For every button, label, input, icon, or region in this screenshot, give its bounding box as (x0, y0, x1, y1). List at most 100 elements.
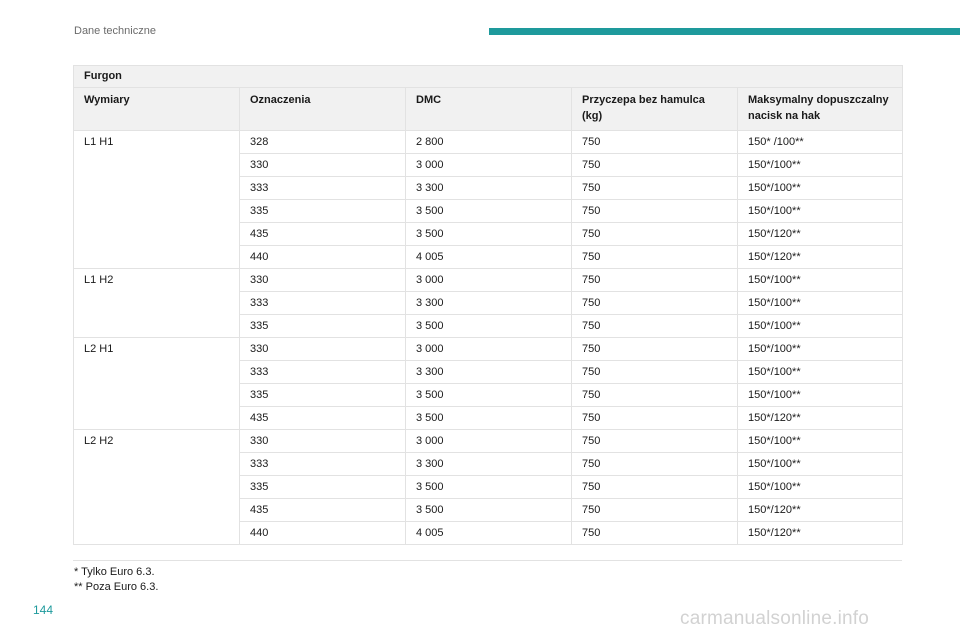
table-cell: 3 300 (405, 291, 572, 315)
dimension-cell (73, 314, 240, 338)
dimension-cell (73, 406, 240, 430)
table-cell: 3 000 (405, 153, 572, 177)
table-cell: 3 000 (405, 268, 572, 292)
table-cell: 435 (239, 406, 406, 430)
table-cell: 150*/120** (736, 406, 904, 430)
table-cell: 750 (571, 429, 738, 453)
table-row: 435 3 500 750 150*/120** (73, 406, 904, 430)
footnote-divider (73, 560, 902, 561)
table-cell: 333 (239, 291, 406, 315)
table-cell: 750 (571, 498, 738, 522)
dimension-cell (73, 383, 240, 407)
table-cell: 750 (571, 521, 738, 545)
dimension-cell: L1 H2 (73, 268, 240, 292)
table-cell: 440 (239, 521, 406, 545)
table-cell: 150*/100** (736, 337, 904, 361)
column-header: Maksymalny dopuszczalny nacisk na hak (736, 87, 904, 131)
table-cell: 150*/100** (736, 176, 904, 200)
table-row: L1 H1 328 2 800 750 150* /100** (73, 130, 904, 154)
table-cell: 150*/120** (736, 521, 904, 545)
table-cell: 3 500 (405, 498, 572, 522)
table-cell: 150*/100** (736, 475, 904, 499)
table-cell: 750 (571, 360, 738, 384)
table-row: 435 3 500 750 150*/120** (73, 222, 904, 246)
table-cell: 330 (239, 268, 406, 292)
table-cell: 2 800 (405, 130, 572, 154)
table-cell: 330 (239, 337, 406, 361)
table-cell: 750 (571, 130, 738, 154)
table-cell: 750 (571, 199, 738, 223)
table-cell: 150*/100** (736, 314, 904, 338)
table-cell: 333 (239, 176, 406, 200)
table-cell: 3 300 (405, 176, 572, 200)
table-row: 333 3 300 750 150*/100** (73, 291, 904, 315)
table-cell: 435 (239, 222, 406, 246)
table-cell: 335 (239, 383, 406, 407)
table-row: 335 3 500 750 150*/100** (73, 314, 904, 338)
table-cell: 150* /100** (736, 130, 904, 154)
dimension-cell (73, 452, 240, 476)
table-cell: 330 (239, 429, 406, 453)
table-cell: 3 500 (405, 222, 572, 246)
dimension-cell (73, 153, 240, 177)
table-cell: 150*/120** (736, 222, 904, 246)
table-cell: 750 (571, 314, 738, 338)
table-cell: 150*/120** (736, 245, 904, 269)
table-title: Furgon (72, 65, 904, 88)
table-cell: 750 (571, 406, 738, 430)
footnote: ** Poza Euro 6.3. (74, 581, 159, 593)
table-row: 335 3 500 750 150*/100** (73, 475, 904, 499)
table-row: 435 3 500 750 150*/120** (73, 498, 904, 522)
watermark-text: carmanualsonline.info (680, 608, 870, 629)
dimension-cell: L2 H2 (73, 429, 240, 453)
table-cell: 150*/100** (736, 383, 904, 407)
table-cell: 750 (571, 245, 738, 269)
header-accent-bar (489, 28, 960, 35)
table-row: 335 3 500 750 150*/100** (73, 199, 904, 223)
table-cell: 335 (239, 475, 406, 499)
table-row: 330 3 000 750 150*/100** (73, 153, 904, 177)
table-cell: 750 (571, 383, 738, 407)
table-row: 333 3 300 750 150*/100** (73, 360, 904, 384)
dimension-cell (73, 291, 240, 315)
table-row: 440 4 005 750 150*/120** (73, 245, 904, 269)
table-cell: 750 (571, 222, 738, 246)
dimension-cell (73, 498, 240, 522)
table-cell: 150*/100** (736, 291, 904, 315)
table-cell: 3 500 (405, 314, 572, 338)
table-cell: 4 005 (405, 245, 572, 269)
table-row: 440 4 005 750 150*/120** (73, 521, 904, 545)
table-cell: 335 (239, 314, 406, 338)
table-cell: 750 (571, 291, 738, 315)
table-row: L2 H1 330 3 000 750 150*/100** (73, 337, 904, 361)
table-cell: 333 (239, 452, 406, 476)
table-cell: 150*/120** (736, 498, 904, 522)
column-header: DMC (405, 87, 572, 131)
table-cell: 750 (571, 153, 738, 177)
table-cell: 150*/100** (736, 199, 904, 223)
table-cell: 328 (239, 130, 406, 154)
table-cell: 4 005 (405, 521, 572, 545)
table-row: 333 3 300 750 150*/100** (73, 176, 904, 200)
table-cell: 750 (571, 452, 738, 476)
table-row: 333 3 300 750 150*/100** (73, 452, 904, 476)
column-header: Wymiary (73, 87, 240, 131)
table-row: 335 3 500 750 150*/100** (73, 383, 904, 407)
table-cell: 750 (571, 176, 738, 200)
dimension-cell (73, 222, 240, 246)
table-cell: 150*/100** (736, 268, 904, 292)
dimension-cell (73, 176, 240, 200)
table-cell: 3 500 (405, 383, 572, 407)
table-cell: 333 (239, 360, 406, 384)
table-cell: 750 (571, 475, 738, 499)
table-cell: 150*/100** (736, 360, 904, 384)
table-row: L2 H2 330 3 000 750 150*/100** (73, 429, 904, 453)
table-row: L1 H2 330 3 000 750 150*/100** (73, 268, 904, 292)
table-cell: 3 000 (405, 429, 572, 453)
table-cell: 435 (239, 498, 406, 522)
dimension-cell: L1 H1 (73, 130, 240, 154)
table-cell: 330 (239, 153, 406, 177)
table-cell: 150*/100** (736, 452, 904, 476)
table-cell: 150*/100** (736, 153, 904, 177)
table-cell: 750 (571, 337, 738, 361)
